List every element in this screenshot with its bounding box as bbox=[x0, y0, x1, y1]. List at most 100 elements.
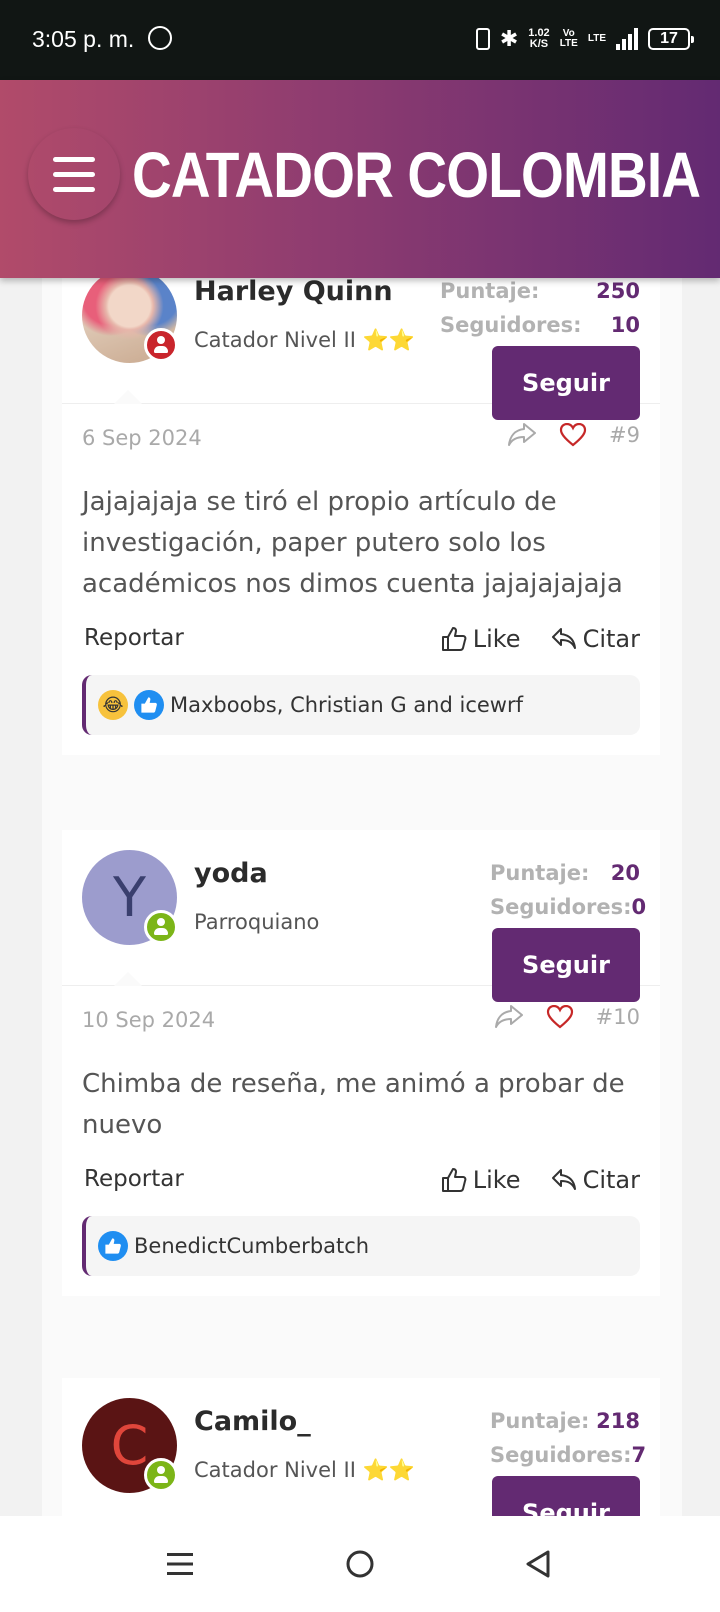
post-number[interactable]: #9 bbox=[609, 423, 640, 447]
reply-icon bbox=[551, 1169, 576, 1190]
score-label: Puntaje: bbox=[490, 861, 590, 885]
user-stats: Puntaje: 20 Seguidores: 0 Seguir bbox=[490, 856, 646, 1002]
follow-button[interactable]: Seguir bbox=[492, 1476, 640, 1516]
signal-icon bbox=[616, 28, 638, 50]
like-label: Like bbox=[472, 625, 521, 653]
volte-indicator: Vo LTE bbox=[560, 29, 578, 49]
system-nav-bar bbox=[0, 1516, 720, 1612]
like-button[interactable]: Like bbox=[441, 1166, 521, 1194]
hamburger-icon bbox=[53, 157, 95, 162]
vibrate-icon bbox=[475, 28, 490, 50]
whatsapp-icon bbox=[148, 26, 172, 50]
post-meta-icons: #9 bbox=[507, 422, 640, 448]
thumbs-up-icon bbox=[441, 1168, 467, 1192]
action-buttons: Like Citar bbox=[441, 625, 640, 653]
like-icon bbox=[134, 690, 164, 720]
network-speed-unit: K/S bbox=[529, 38, 549, 50]
score-label: Puntaje: bbox=[440, 279, 540, 303]
post-body: Chimba de reseña, me animó a probar de n… bbox=[82, 1069, 625, 1140]
like-icon bbox=[98, 1231, 128, 1261]
post-body: Jajajajaja se tiró el propio artículo de… bbox=[82, 487, 623, 599]
home-button[interactable] bbox=[340, 1544, 380, 1584]
post-card: Harley Quinn Catador Nivel II ⭐⭐ Puntaje… bbox=[62, 278, 660, 755]
post-author: Harley Quinn Catador Nivel II ⭐⭐ Puntaje… bbox=[62, 278, 660, 420]
network-speed: 1.02 K/S bbox=[528, 28, 549, 50]
quote-button[interactable]: Citar bbox=[551, 1166, 640, 1194]
back-triangle-icon bbox=[526, 1550, 550, 1578]
status-icons: ✱ 1.02 K/S Vo LTE LTE 17 bbox=[475, 26, 694, 52]
report-link[interactable]: Reportar bbox=[84, 1166, 184, 1192]
heart-icon[interactable] bbox=[559, 423, 587, 447]
user-stats: Puntaje: 250 Seguidores: 10 Seguir bbox=[440, 278, 640, 420]
bluetooth-icon: ✱ bbox=[499, 26, 519, 51]
hamburger-line bbox=[53, 172, 95, 177]
score-value: 250 bbox=[596, 279, 640, 303]
score-value: 20 bbox=[610, 861, 640, 885]
quote-label: Citar bbox=[582, 625, 640, 653]
followers-value: 10 bbox=[610, 313, 640, 337]
username[interactable]: yoda bbox=[194, 858, 268, 889]
post-date: 10 Sep 2024 bbox=[82, 1008, 216, 1032]
user-badge-icon bbox=[144, 328, 178, 362]
post-meta: 6 Sep 2024 #9 bbox=[62, 404, 660, 464]
post-meta: 10 Sep 2024 #10 bbox=[62, 986, 660, 1046]
like-button[interactable]: Like bbox=[441, 625, 521, 653]
recents-button[interactable] bbox=[160, 1544, 200, 1584]
avatar-letter: Y bbox=[113, 866, 146, 929]
post-actions: Reportar Like Citar bbox=[62, 1146, 660, 1216]
post-actions: Reportar Like Citar bbox=[62, 605, 660, 675]
user-level-text: Catador Nivel II bbox=[194, 328, 356, 352]
action-buttons: Like Citar bbox=[441, 1166, 640, 1194]
report-link[interactable]: Reportar bbox=[84, 625, 184, 651]
like-label: Like bbox=[472, 1166, 521, 1194]
user-level: Catador Nivel II ⭐⭐ bbox=[194, 328, 415, 353]
quote-button[interactable]: Citar bbox=[551, 625, 640, 653]
user-stats: Puntaje: 218 Seguidores: 7 Seguir bbox=[490, 1404, 646, 1516]
lte-label: LTE bbox=[587, 33, 606, 44]
menu-button[interactable] bbox=[28, 128, 120, 220]
user-badge-icon bbox=[144, 1458, 178, 1492]
post-meta-icons: #10 bbox=[494, 1004, 640, 1030]
reactions-text: Maxboobs, Christian G and icewrf bbox=[170, 693, 524, 717]
followers-value: 0 bbox=[631, 895, 647, 919]
post-author: C Camilo_ Catador Nivel II ⭐⭐ Puntaje: 21… bbox=[62, 1378, 660, 1516]
followers-label: Seguidores: bbox=[490, 1443, 632, 1467]
site-title[interactable]: CATADOR COLOMBIA bbox=[132, 138, 701, 212]
share-icon[interactable] bbox=[507, 422, 537, 448]
heart-icon[interactable] bbox=[546, 1005, 574, 1029]
status-bar: 3:05 p. m. ✱ 1.02 K/S Vo LTE LTE 17 bbox=[0, 0, 720, 80]
username[interactable]: Camilo_ bbox=[194, 1406, 311, 1437]
followers-label: Seguidores: bbox=[490, 895, 632, 919]
app-header: CATADOR COLOMBIA bbox=[0, 80, 720, 278]
share-icon[interactable] bbox=[494, 1004, 524, 1030]
back-button[interactable] bbox=[518, 1544, 558, 1584]
reply-icon bbox=[551, 628, 576, 649]
star-icon: ⭐⭐ bbox=[362, 328, 415, 352]
reactions-bar[interactable]: BenedictCumberbatch bbox=[82, 1216, 640, 1276]
followers-label: Seguidores: bbox=[440, 313, 582, 337]
star-icon: ⭐⭐ bbox=[362, 1458, 415, 1482]
quote-label: Citar bbox=[582, 1166, 640, 1194]
post-date: 6 Sep 2024 bbox=[82, 426, 202, 450]
hamburger-line bbox=[53, 187, 95, 192]
user-level-text: Catador Nivel II bbox=[194, 1458, 356, 1482]
avatar-letter: C bbox=[110, 1414, 149, 1477]
posts-list: Harley Quinn Catador Nivel II ⭐⭐ Puntaje… bbox=[42, 278, 682, 1516]
reactions-text: BenedictCumberbatch bbox=[134, 1234, 370, 1258]
volte-bottom: LTE bbox=[559, 38, 578, 49]
status-time: 3:05 p. m. bbox=[32, 26, 135, 52]
battery-icon: 17 bbox=[648, 28, 694, 50]
menu-lines-icon bbox=[167, 1553, 193, 1575]
post-card: Y yoda Parroquiano Puntaje: 20 Seguidores… bbox=[62, 830, 660, 1296]
user-badge-icon bbox=[144, 910, 178, 944]
user-level: Catador Nivel II ⭐⭐ bbox=[194, 1458, 415, 1483]
followers-value: 7 bbox=[631, 1443, 647, 1467]
thumbs-up-icon bbox=[441, 627, 467, 651]
username[interactable]: Harley Quinn bbox=[194, 278, 393, 307]
reactions-bar[interactable]: 😂 Maxboobs, Christian G and icewrf bbox=[82, 675, 640, 735]
laugh-icon: 😂 bbox=[98, 690, 128, 720]
post-author: Y yoda Parroquiano Puntaje: 20 Seguidores… bbox=[62, 830, 660, 1002]
user-level: Parroquiano bbox=[194, 910, 320, 934]
post-card: C Camilo_ Catador Nivel II ⭐⭐ Puntaje: 21… bbox=[62, 1378, 660, 1516]
post-number[interactable]: #10 bbox=[596, 1005, 640, 1029]
